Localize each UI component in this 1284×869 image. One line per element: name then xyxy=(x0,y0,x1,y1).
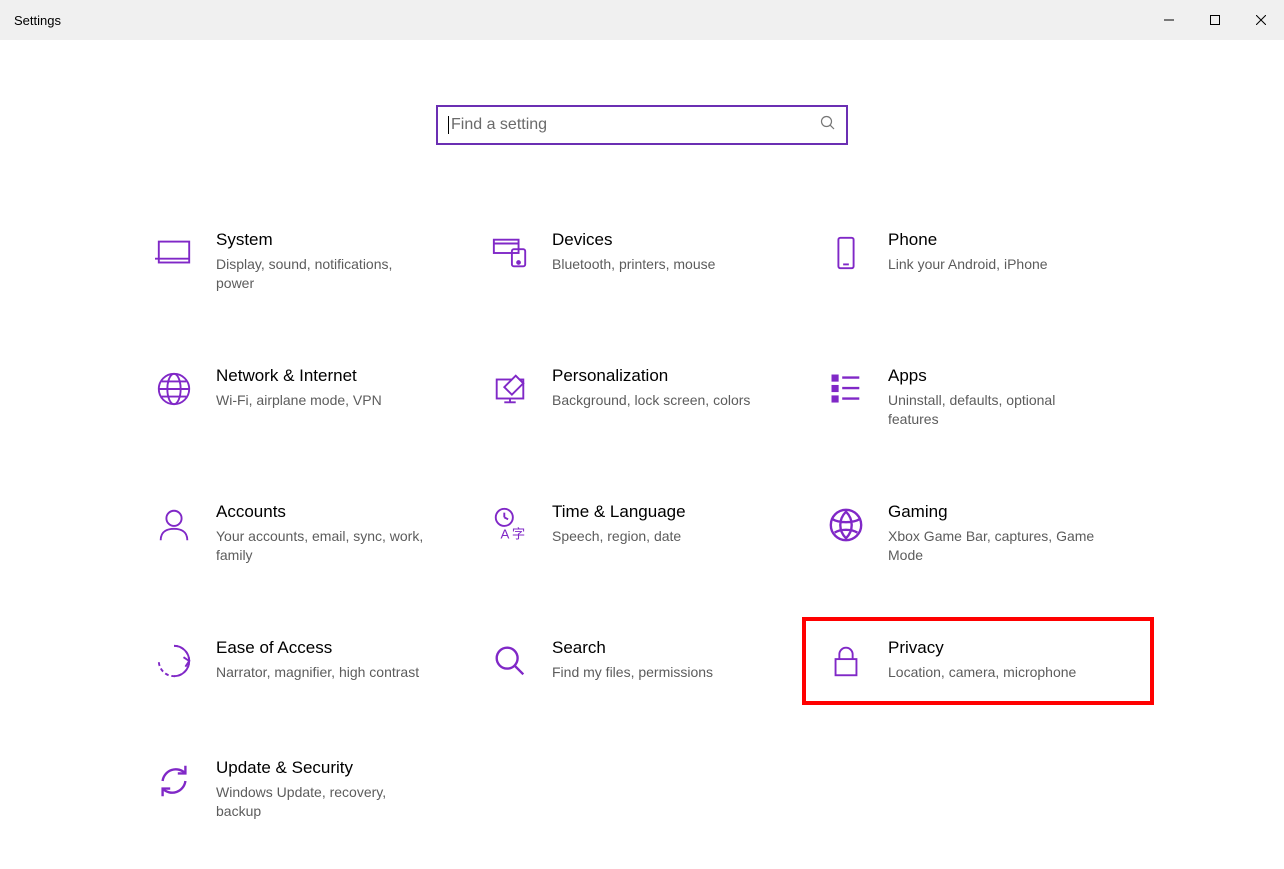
tile-apps[interactable]: Apps Uninstall, defaults, optional featu… xyxy=(818,361,1138,433)
tile-subtitle: Link your Android, iPhone xyxy=(888,255,1098,274)
tile-subtitle: Wi-Fi, airplane mode, VPN xyxy=(216,391,426,410)
tile-update-security[interactable]: Update & Security Windows Update, recove… xyxy=(146,753,466,825)
devices-icon xyxy=(486,229,534,277)
tile-accounts[interactable]: Accounts Your accounts, email, sync, wor… xyxy=(146,497,466,569)
time-language-icon: A字 xyxy=(486,501,534,549)
accounts-icon xyxy=(150,501,198,549)
settings-grid: System Display, sound, notifications, po… xyxy=(146,225,1138,825)
search-input[interactable] xyxy=(451,116,820,134)
tile-subtitle: Your accounts, email, sync, work, family xyxy=(216,527,426,565)
tile-subtitle: Bluetooth, printers, mouse xyxy=(552,255,762,274)
tile-title: Personalization xyxy=(552,365,798,387)
tile-title: Phone xyxy=(888,229,1134,251)
tile-title: Update & Security xyxy=(216,757,462,779)
close-button[interactable] xyxy=(1238,0,1284,40)
tile-title: Privacy xyxy=(888,637,1134,659)
search-box[interactable] xyxy=(436,105,848,145)
tile-subtitle: Find my files, permissions xyxy=(552,663,762,682)
tile-devices[interactable]: Devices Bluetooth, printers, mouse xyxy=(482,225,802,297)
tile-gaming[interactable]: Gaming Xbox Game Bar, captures, Game Mod… xyxy=(818,497,1138,569)
tile-time-language[interactable]: A字 Time & Language Speech, region, date xyxy=(482,497,802,569)
tile-subtitle: Display, sound, notifications, power xyxy=(216,255,426,293)
text-caret xyxy=(448,116,449,134)
svg-text:字: 字 xyxy=(512,526,525,541)
tile-title: Accounts xyxy=(216,501,462,523)
tile-subtitle: Background, lock screen, colors xyxy=(552,391,762,410)
tile-title: Network & Internet xyxy=(216,365,462,387)
tile-title: Devices xyxy=(552,229,798,251)
tile-subtitle: Windows Update, recovery, backup xyxy=(216,783,426,821)
globe-icon xyxy=(150,365,198,413)
window-title: Settings xyxy=(14,13,61,28)
tile-phone[interactable]: Phone Link your Android, iPhone xyxy=(818,225,1138,297)
update-icon xyxy=(150,757,198,805)
tile-system[interactable]: System Display, sound, notifications, po… xyxy=(146,225,466,297)
tile-subtitle: Xbox Game Bar, captures, Game Mode xyxy=(888,527,1098,565)
tile-subtitle: Location, camera, microphone xyxy=(888,663,1098,682)
apps-icon xyxy=(822,365,870,413)
tile-privacy[interactable]: Privacy Location, camera, microphone xyxy=(818,633,1138,689)
maximize-button[interactable] xyxy=(1192,0,1238,40)
tile-title: Ease of Access xyxy=(216,637,462,659)
tile-personalization[interactable]: Personalization Background, lock screen,… xyxy=(482,361,802,433)
tile-title: System xyxy=(216,229,462,251)
tile-search[interactable]: Search Find my files, permissions xyxy=(482,633,802,689)
titlebar: Settings xyxy=(0,0,1284,40)
content-area: System Display, sound, notifications, po… xyxy=(0,40,1284,825)
gaming-icon xyxy=(822,501,870,549)
window-controls xyxy=(1146,0,1284,40)
lock-icon xyxy=(822,637,870,685)
tile-subtitle: Narrator, magnifier, high contrast xyxy=(216,663,426,682)
tile-subtitle: Speech, region, date xyxy=(552,527,762,546)
tile-title: Time & Language xyxy=(552,501,798,523)
tile-network[interactable]: Network & Internet Wi-Fi, airplane mode,… xyxy=(146,361,466,433)
svg-text:A: A xyxy=(501,526,510,541)
tile-subtitle: Uninstall, defaults, optional features xyxy=(888,391,1098,429)
tile-ease-of-access[interactable]: Ease of Access Narrator, magnifier, high… xyxy=(146,633,466,689)
tile-title: Search xyxy=(552,637,798,659)
personalization-icon xyxy=(486,365,534,413)
search-icon xyxy=(820,115,836,136)
phone-icon xyxy=(822,229,870,277)
tile-title: Gaming xyxy=(888,501,1134,523)
search-category-icon xyxy=(486,637,534,685)
system-icon xyxy=(150,229,198,277)
minimize-button[interactable] xyxy=(1146,0,1192,40)
tile-title: Apps xyxy=(888,365,1134,387)
ease-of-access-icon xyxy=(150,637,198,685)
